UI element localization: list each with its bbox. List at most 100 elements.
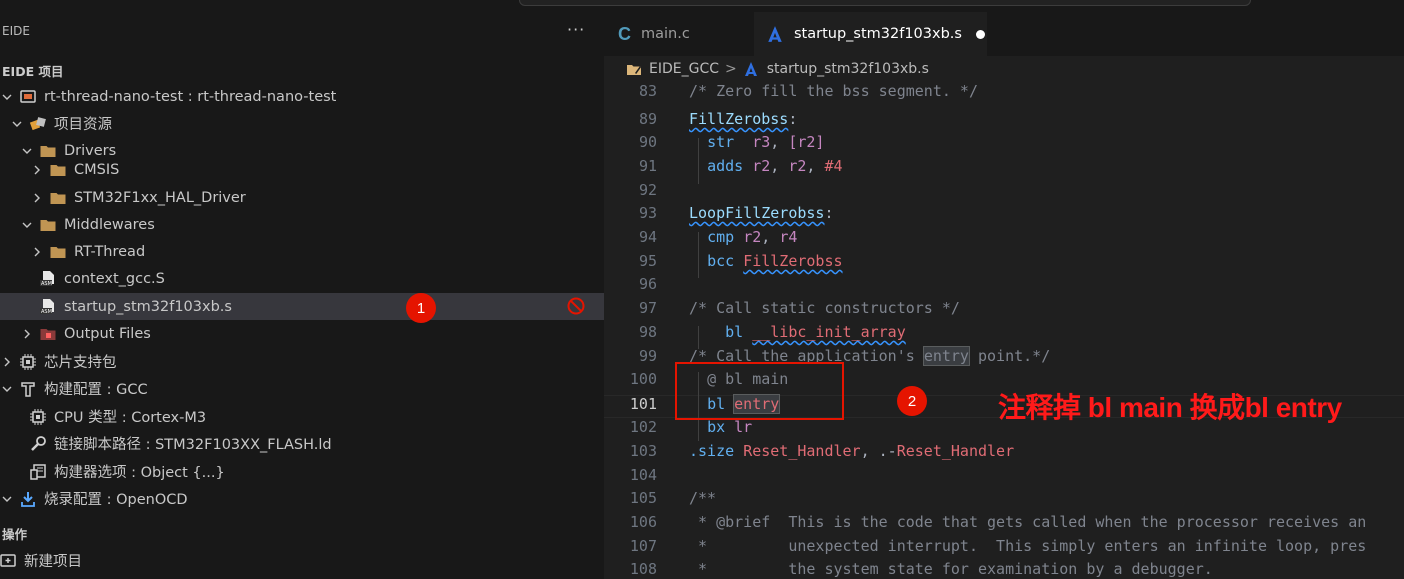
line-number: 108: [629, 560, 657, 578]
sidebar-title: EIDE: [2, 24, 30, 38]
code-token: r2: [752, 157, 771, 175]
code-token: r2: [743, 228, 762, 246]
code-line[interactable]: 107 * unexpected interrupt. This simply …: [604, 535, 1404, 558]
code-line[interactable]: 103 .size Reset_Handler, .-Reset_Handler: [604, 440, 1404, 463]
op-item-label: 新建项目: [24, 554, 82, 570]
code-line[interactable]: 97 /* Call static constructors */: [604, 297, 1404, 320]
code-token: FillZerobss: [743, 252, 843, 270]
tab-main-c[interactable]: C main.c: [604, 12, 766, 56]
code-line[interactable]: 106 * @brief This is the code that gets …: [604, 511, 1404, 534]
code-token: LoopFillZerobss: [689, 204, 825, 222]
code-token: ,: [761, 228, 780, 246]
line-number: 100: [629, 370, 657, 388]
chevron-right-icon[interactable]: [31, 164, 43, 176]
build-icon: [19, 380, 37, 398]
line-number: 97: [638, 299, 657, 317]
code-token: point.*/: [968, 347, 1051, 365]
tree-item[interactable]: RT-Thread: [0, 238, 604, 265]
code-line[interactable]: 95 bcc FillZerobss: [604, 250, 1404, 273]
line-number: 98: [638, 323, 657, 341]
code-line[interactable]: 98 bl __libc_init_array: [604, 321, 1404, 344]
breadcrumb-file[interactable]: startup_stm32f103xb.s: [767, 61, 929, 77]
code-line[interactable]: 104: [604, 464, 1404, 487]
tab-label: startup_stm32f103xb.s: [794, 26, 962, 42]
unsaved-dot-icon[interactable]: [975, 29, 985, 39]
code-text: cmp r2, r4: [689, 226, 797, 249]
command-center[interactable]: [519, 0, 1251, 6]
code-line[interactable]: 94 cmp r2, r4: [604, 226, 1404, 249]
code-line[interactable]: 90 str r3, [r2]: [604, 131, 1404, 154]
line-number: 104: [629, 466, 657, 484]
code-token: .size: [689, 442, 735, 460]
code-token: :: [788, 110, 798, 128]
code-token: __libc_init_array: [752, 323, 906, 341]
chevron-down-icon[interactable]: [1, 493, 13, 505]
tree-item[interactable]: ASM context_gcc.S: [0, 265, 604, 292]
folder-icon: [49, 243, 67, 261]
line-number: 95: [638, 252, 657, 270]
excluded-icon: [567, 297, 585, 315]
chevron-down-icon[interactable]: [1, 383, 13, 395]
tree-item[interactable]: 烧录配置 : OpenOCD: [0, 485, 604, 512]
code-token: r4: [779, 228, 798, 246]
code-text: * the system state for examination by a …: [689, 558, 1213, 579]
asm-tab-icon: [768, 26, 782, 42]
chevron-down-icon[interactable]: [1, 91, 13, 103]
tree-item[interactable]: 构建配置 : GCC: [0, 375, 604, 402]
line-number: 89: [638, 110, 657, 128]
svg-text:ASM: ASM: [41, 309, 52, 315]
tree-item[interactable]: CMSIS: [0, 156, 604, 183]
tree-item-label: Middlewares: [64, 216, 155, 233]
project-section-header[interactable]: EIDE 项目: [2, 61, 63, 80]
chevron-right-icon[interactable]: [31, 246, 43, 258]
tree-item[interactable]: ASM startup_stm32f103xb.s: [0, 293, 604, 320]
code-line[interactable]: 89 FillZerobss:: [604, 108, 1404, 131]
tree-item[interactable]: 构建器选项 : Object {...}: [0, 458, 604, 485]
line-number: 92: [638, 181, 657, 199]
tree-item[interactable]: STM32F1xx_HAL_Driver: [0, 184, 604, 211]
code-token: * the system state for examination by a …: [689, 560, 1213, 578]
folder-icon: [49, 189, 67, 207]
asm-file-icon: [744, 62, 757, 76]
chevron-down-icon[interactable]: [21, 145, 33, 157]
tree-item[interactable]: 芯片支持包: [0, 348, 604, 375]
code-token: /* Zero fill the bss segment. */: [689, 82, 978, 100]
chevron-right-icon[interactable]: [1, 356, 13, 368]
code-line[interactable]: 93 LoopFillZerobss:: [604, 202, 1404, 225]
ops-section-header[interactable]: 操作: [2, 524, 27, 543]
code-line[interactable]: 91 adds r2, r2, #4: [604, 155, 1404, 178]
chevron-right-icon[interactable]: [21, 328, 33, 340]
more-actions-button[interactable]: ···: [567, 20, 585, 39]
code-line[interactable]: 105 /**: [604, 487, 1404, 510]
c-file-icon: C: [618, 23, 631, 44]
breadcrumb-folder[interactable]: EIDE_GCC: [649, 61, 719, 77]
tree-item[interactable]: rt-thread-nano-test : rt-thread-nano-tes…: [0, 83, 604, 110]
editor-tab-bar: C main.c startup_stm32f103xb.s: [519, 0, 1404, 56]
code-line[interactable]: 92: [604, 179, 1404, 202]
code-text: FillZerobss:: [689, 108, 797, 131]
code-token: , .-: [860, 442, 897, 460]
new-project-icon: [0, 552, 17, 570]
wrench-icon: [29, 435, 47, 453]
tree-item[interactable]: CPU 类型 : Cortex-M3: [0, 403, 604, 430]
code-line[interactable]: 108 * the system state for examination b…: [604, 558, 1404, 579]
tree-item[interactable]: Middlewares: [0, 211, 604, 238]
chevron-down-icon[interactable]: [11, 118, 23, 130]
code-text: /* Zero fill the bss segment. */: [689, 82, 978, 103]
tree-item[interactable]: 项目资源: [0, 110, 604, 137]
code-line[interactable]: 96: [604, 273, 1404, 296]
chevron-right-icon[interactable]: [31, 192, 43, 204]
tab-startup-s[interactable]: startup_stm32f103xb.s: [754, 12, 987, 56]
code-line[interactable]: 83 /* Zero fill the bss segment. */: [604, 82, 1404, 103]
tree-item[interactable]: Output Files: [0, 320, 604, 347]
line-number: 105: [629, 489, 657, 507]
chevron-down-icon[interactable]: [21, 219, 33, 231]
op-item[interactable]: 新建项目: [0, 547, 604, 574]
tree-item[interactable]: 链接脚本路径 : STM32F103XX_FLASH.ld: [0, 430, 604, 457]
code-text: adds r2, r2, #4: [689, 155, 842, 178]
code-editor[interactable]: 83 /* Zero fill the bss segment. */ 89 Fill…: [604, 82, 1404, 579]
